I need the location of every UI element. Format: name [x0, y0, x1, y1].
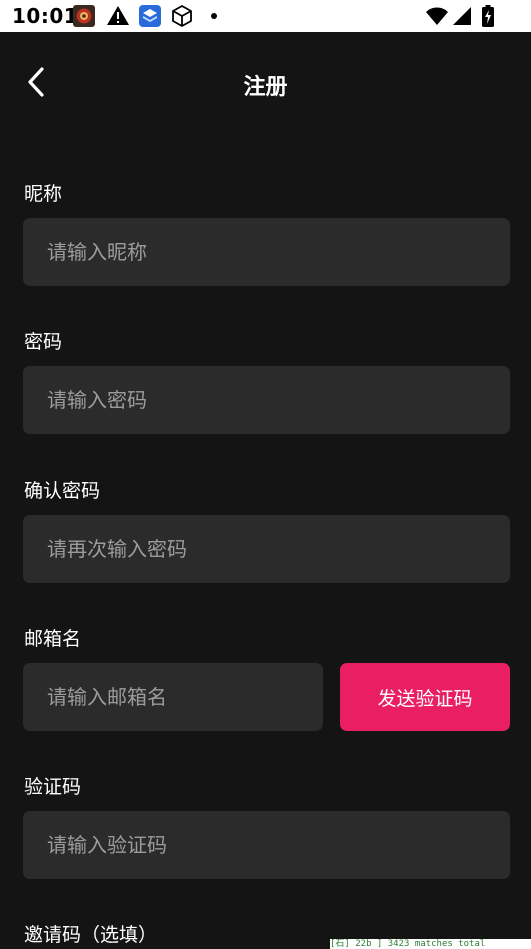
status-time: 10:01 [12, 4, 79, 28]
email-placeholder: 请输入邮箱名 [47, 685, 167, 709]
app-notification-icon [72, 4, 96, 28]
password-placeholder: 请输入密码 [47, 388, 147, 412]
verification-code-placeholder: 请输入验证码 [47, 833, 167, 857]
confirm-password-label: 确认密码 [24, 480, 101, 502]
warning-icon [106, 4, 130, 28]
send-code-button[interactable]: 发送验证码 [340, 663, 510, 731]
nickname-placeholder: 请输入昵称 [47, 240, 147, 264]
verification-code-label: 验证码 [24, 776, 82, 798]
confirm-password-input[interactable]: 请再次输入密码 [23, 515, 510, 583]
verification-code-input[interactable]: 请输入验证码 [23, 811, 510, 879]
nickname-input[interactable]: 请输入昵称 [23, 218, 510, 286]
box-icon [170, 4, 194, 28]
register-screen: 10:01 注册 昵称 请输入昵称 密码 请输入密码 确认密码 请再次输入密码 … [0, 0, 531, 949]
dot-icon [202, 4, 226, 28]
invite-code-label: 邀请码（选填） [24, 924, 158, 946]
battery-charging-icon [476, 4, 500, 28]
email-label: 邮箱名 [24, 628, 82, 650]
password-input[interactable]: 请输入密码 [23, 366, 510, 434]
page-title: 注册 [243, 75, 288, 100]
wifi-icon [424, 4, 450, 28]
header: 注册 [0, 32, 531, 142]
email-input[interactable]: 请输入邮箱名 [23, 663, 323, 731]
password-label: 密码 [24, 331, 63, 353]
status-bar: 10:01 [0, 0, 531, 32]
nickname-label: 昵称 [24, 183, 63, 205]
app-icon [138, 4, 162, 28]
signal-icon [450, 4, 474, 28]
debug-overlay: [石] 22b ] 3423 matches total [330, 939, 531, 949]
confirm-password-placeholder: 请再次输入密码 [47, 537, 187, 561]
